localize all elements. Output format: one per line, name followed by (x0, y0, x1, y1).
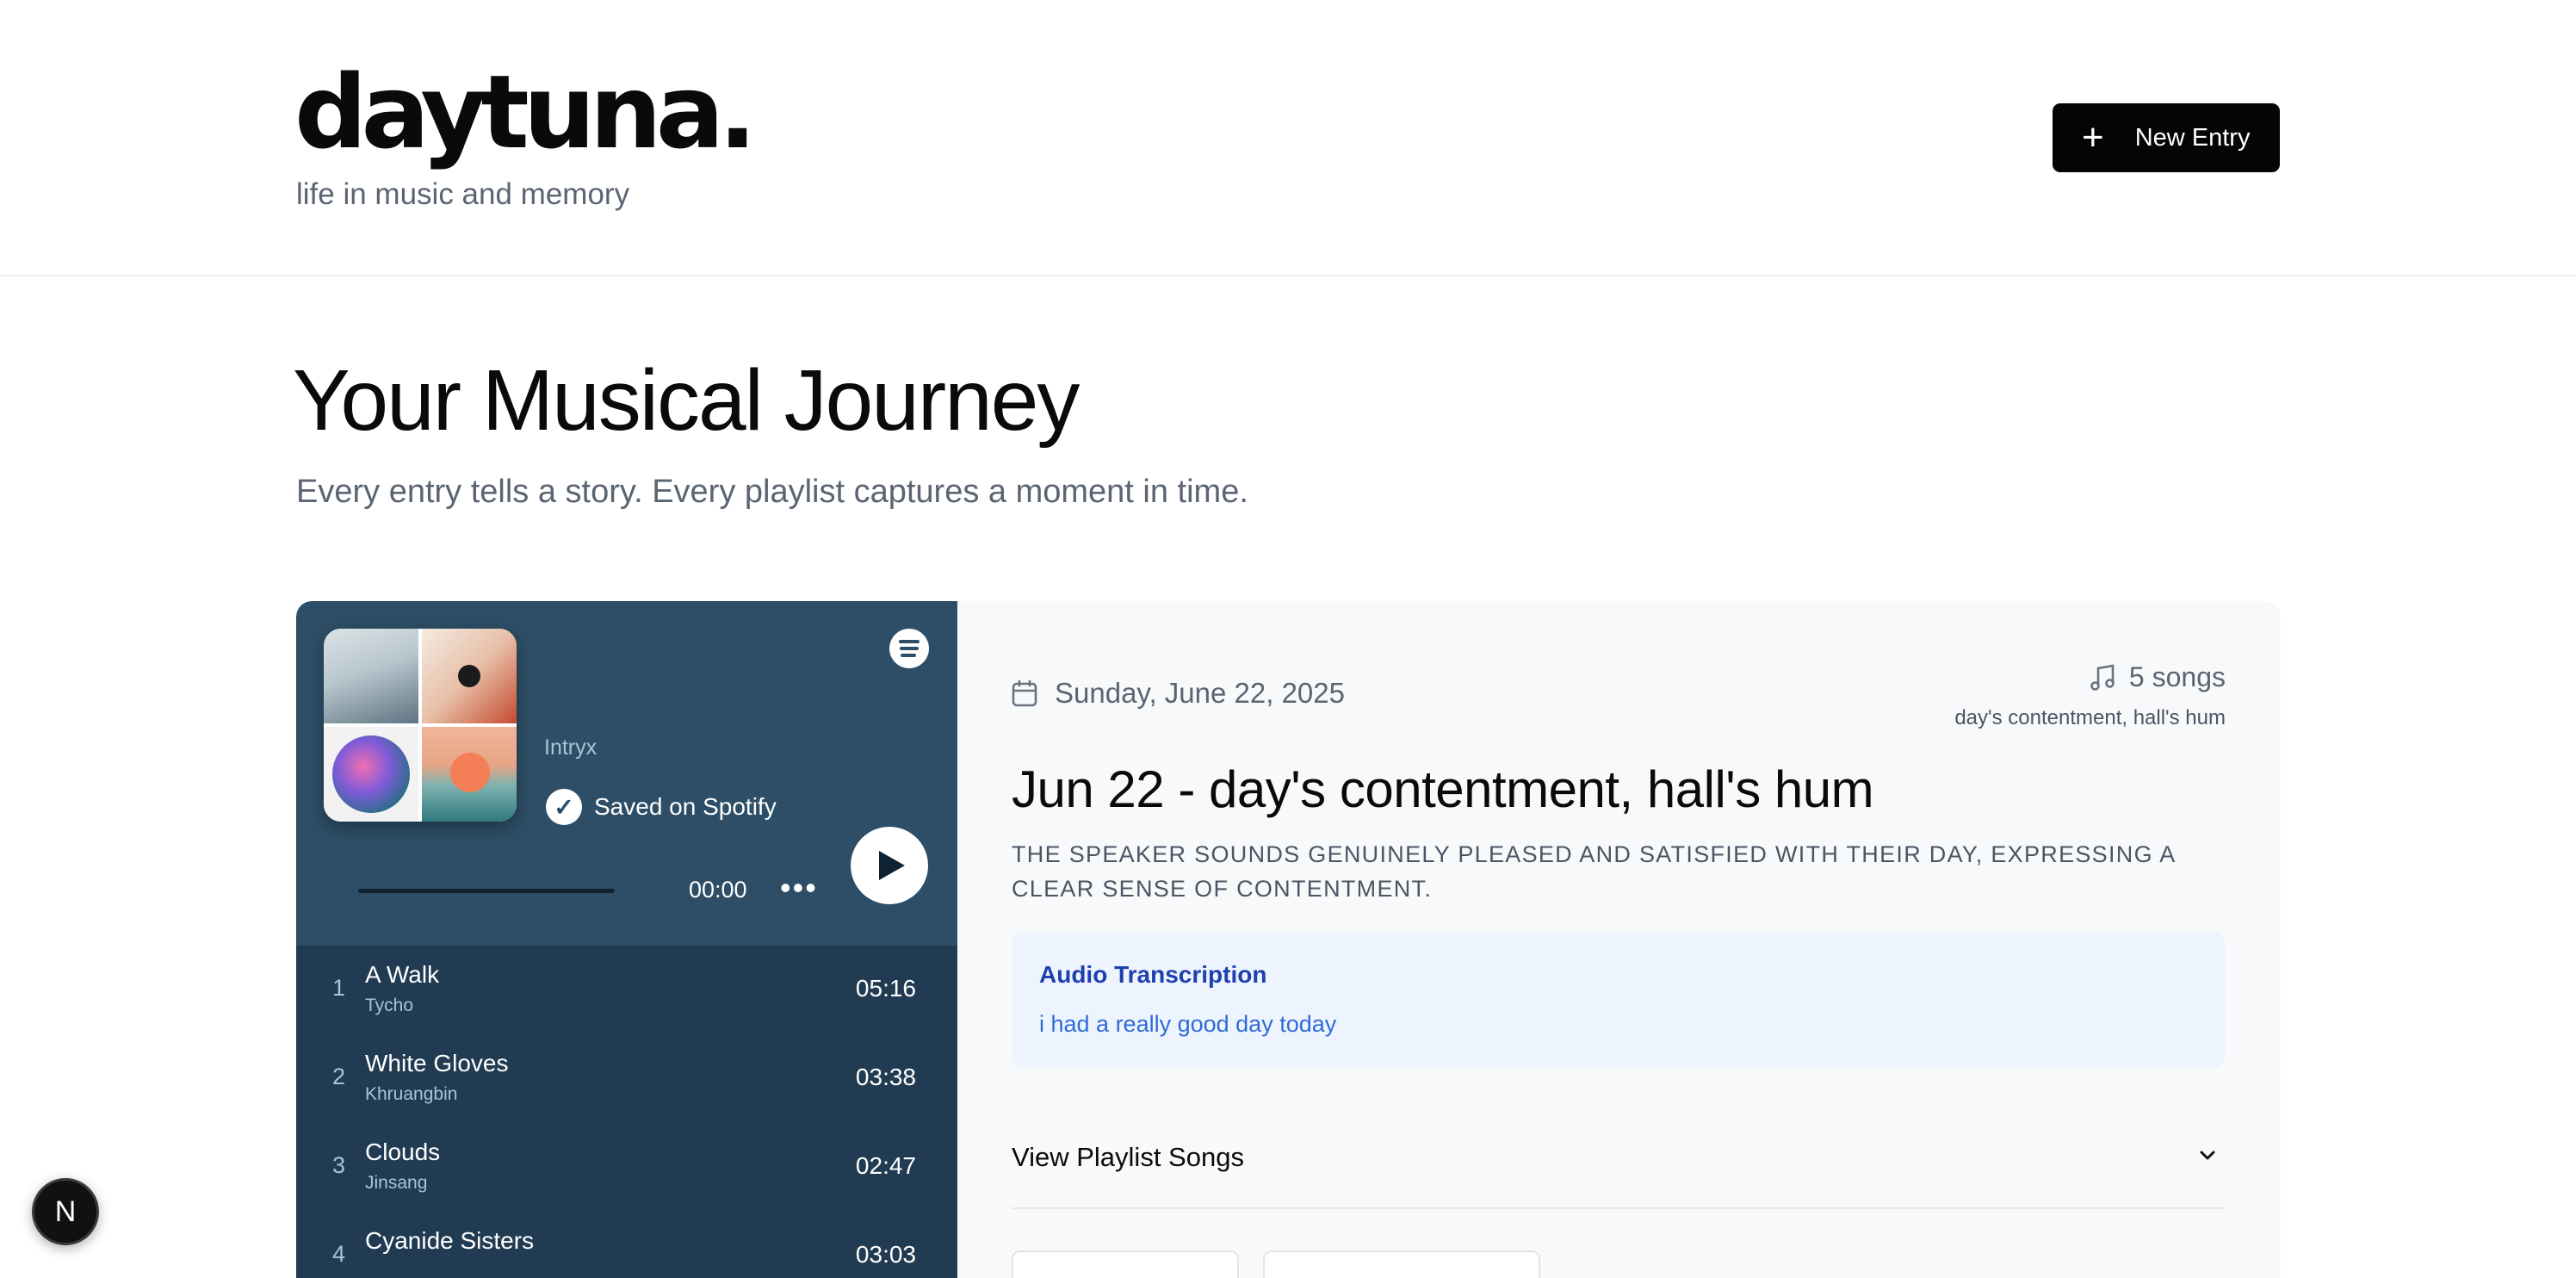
track-number: 2 (332, 1064, 346, 1089)
dev-tools-badge[interactable]: N (32, 1178, 99, 1245)
track-number: 4 (332, 1241, 346, 1267)
entry-details: Sunday, June 22, 2025 5 songs day's cont… (957, 601, 2281, 1278)
track-artist: Tycho (365, 996, 414, 1015)
check-circle-icon: ✓ (546, 789, 582, 825)
track-duration: 05:16 (855, 975, 916, 1002)
new-entry-button[interactable]: + New Entry (2053, 103, 2280, 172)
track-title: A Walk (365, 961, 440, 988)
track-row[interactable]: 2 White Gloves Khruangbin 03:38 (296, 1034, 957, 1123)
entry-action-button-1[interactable] (1012, 1250, 1239, 1278)
playback-time: 00:00 (689, 877, 747, 903)
transcription-label: Audio Transcription (1039, 961, 1267, 988)
saved-label: Saved on Spotify (594, 793, 777, 820)
page-subtitle: Every entry tells a story. Every playlis… (296, 474, 1248, 510)
album-cover-1 (324, 629, 418, 723)
album-cover-2 (422, 629, 517, 723)
track-artist: Khruangbin (365, 1084, 458, 1104)
track-number: 3 (332, 1152, 346, 1178)
saved-on-spotify[interactable]: ✓ Saved on Spotify (546, 789, 777, 825)
tagline: life in music and memory (296, 177, 630, 211)
new-entry-label: New Entry (2134, 123, 2251, 152)
track-duration: 03:38 (855, 1064, 916, 1090)
track-duration: 03:03 (855, 1241, 916, 1268)
entry-action-button-2[interactable] (1263, 1250, 1540, 1278)
more-options-icon[interactable]: ••• (780, 870, 818, 906)
chevron-down-icon (2200, 1151, 2215, 1160)
music-note-icon (2090, 663, 2115, 691)
track-title: Clouds (365, 1138, 441, 1165)
track-number: 1 (332, 975, 346, 1001)
entry-date: Sunday, June 22, 2025 (1012, 677, 1345, 710)
player-artist[interactable]: Intryx (544, 735, 597, 760)
entry-summary: THE SPEAKER SOUNDS GENUINELY PLEASED AND… (1012, 841, 2176, 902)
track-duration: 02:47 (855, 1152, 916, 1179)
logo[interactable]: daytuna. (294, 52, 757, 172)
track-list: 1 A Walk Tycho 05:16 2 White Gloves Khru… (296, 946, 957, 1278)
progress-bar[interactable] (358, 889, 615, 893)
site-header: daytuna. life in music and memory + New … (0, 0, 2576, 276)
songs-count-text: 5 songs (2128, 661, 2226, 692)
view-playlist-songs-toggle[interactable]: View Playlist Songs (1012, 1137, 2226, 1209)
transcription-text: i had a really good day today (1039, 1011, 1337, 1037)
album-cover-4 (422, 727, 517, 822)
play-icon (879, 851, 905, 880)
plus-icon: + (2082, 116, 2104, 158)
track-row[interactable]: 4 Cyanide Sisters 03:03 (296, 1212, 957, 1278)
album-cover-3 (324, 727, 418, 822)
songs-count: 5 songs (2090, 661, 2226, 693)
calendar-icon (1012, 680, 1037, 707)
spotify-logo-icon[interactable] (889, 629, 929, 668)
track-artist: Jinsang (365, 1173, 428, 1193)
journal-entry-card: Intryx ✓ Saved on Spotify 00:00 ••• 1 A … (296, 601, 2281, 1278)
mood-tags: day's contentment, hall's hum (1954, 706, 2226, 729)
track-row[interactable]: 3 Clouds Jinsang 02:47 (296, 1123, 957, 1212)
audio-transcription-box: Audio Transcription i had a really good … (1012, 932, 2226, 1068)
entry-date-text: Sunday, June 22, 2025 (1055, 677, 1345, 709)
play-button[interactable] (851, 827, 928, 904)
spotify-embed-player: Intryx ✓ Saved on Spotify 00:00 ••• 1 A … (296, 601, 957, 1278)
track-title: White Gloves (365, 1050, 509, 1076)
view-songs-label: View Playlist Songs (1012, 1142, 1244, 1172)
track-row[interactable]: 1 A Walk Tycho 05:16 (296, 946, 957, 1034)
track-title: Cyanide Sisters (365, 1227, 535, 1254)
playlist-cover-art (324, 629, 517, 822)
entry-title: Jun 22 - day's contentment, hall's hum (1012, 760, 1874, 818)
page-title: Your Musical Journey (293, 352, 1080, 449)
